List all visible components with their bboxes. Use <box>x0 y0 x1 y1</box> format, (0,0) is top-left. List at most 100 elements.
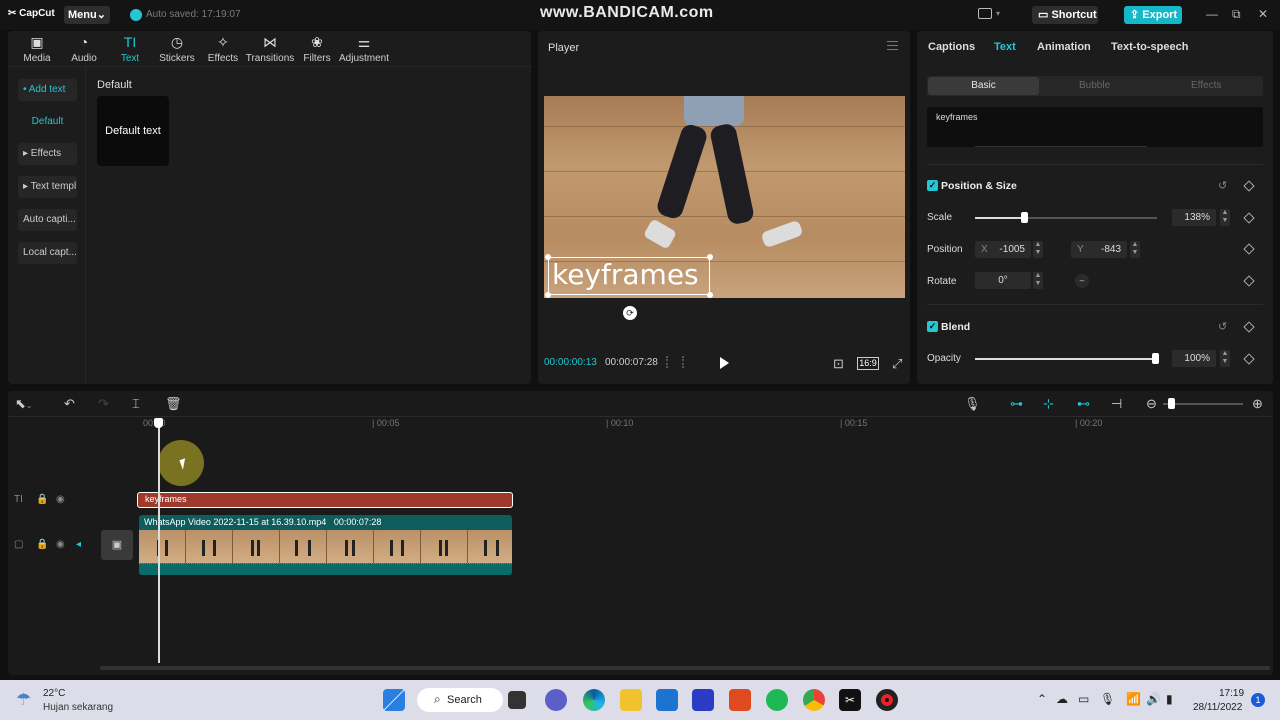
clock-date[interactable]: 28/11/2022 <box>1193 702 1242 713</box>
sidebar-item-effects[interactable]: ▸ Effects <box>18 143 77 165</box>
opacity-stepper[interactable]: ▲ ▼ <box>1220 350 1230 367</box>
tab-text-inspector[interactable]: Text <box>994 41 1016 53</box>
undo-icon[interactable]: ↶ <box>64 396 75 412</box>
scale-stepper[interactable]: ▲ ▼ <box>1220 209 1230 226</box>
teams-chat-icon[interactable] <box>545 689 567 711</box>
sidebar-item-auto-captions[interactable]: Auto capti... <box>18 209 77 231</box>
tab-media[interactable]: ▣ Media <box>14 34 60 64</box>
audio-mute-icon[interactable]: ◂ <box>76 539 81 550</box>
tab-animation[interactable]: Animation <box>1037 41 1091 53</box>
subtab-effects[interactable]: Effects <box>1191 80 1221 91</box>
position-y-stepper[interactable]: ▲ ▼ <box>1130 241 1140 258</box>
sidebar-item-local-captions[interactable]: Local capt... <box>18 242 77 264</box>
tab-stickers[interactable]: ◷ Stickers <box>154 34 200 64</box>
cloud-icon[interactable]: ☁ <box>1056 692 1068 706</box>
wifi-icon[interactable]: 📶 <box>1126 692 1141 706</box>
play-icon[interactable] <box>720 357 729 369</box>
close-icon[interactable]: ✕ <box>1258 7 1268 21</box>
shortcut-button[interactable]: ▭ Shortcut <box>1032 6 1098 24</box>
tab-captions[interactable]: Captions <box>928 41 975 53</box>
opacity-slider-thumb[interactable] <box>1152 353 1159 364</box>
notification-badge[interactable]: 1 <box>1251 693 1265 707</box>
microphone-icon[interactable]: 🎙 <box>964 396 981 412</box>
tab-effects[interactable]: ✧ Effects <box>200 34 246 64</box>
link-clips-icon[interactable]: ⊶ <box>1010 396 1023 412</box>
position-x-input[interactable]: X -1005 <box>975 241 1031 258</box>
mail-icon[interactable] <box>656 689 678 711</box>
preview-axis-icon[interactable]: ⊣ <box>1111 396 1122 412</box>
playhead-handle[interactable] <box>154 418 163 428</box>
display-icon[interactable]: ▭ <box>1078 692 1089 706</box>
tab-adjustment[interactable]: ⚌ Adjustment <box>338 34 390 64</box>
chevron-up-icon[interactable]: ⌃ <box>1037 692 1047 706</box>
video-clip[interactable]: WhatsApp Video 2022-11-15 at 16.39.10.mp… <box>139 515 512 575</box>
battery-icon[interactable]: ▮ <box>1166 692 1173 706</box>
grid-icon[interactable] <box>666 356 684 368</box>
microphone-tray-icon[interactable]: 🎙 <box>1100 692 1115 706</box>
fullscreen-icon[interactable]: ⤢ <box>892 356 902 372</box>
capcut-taskbar-icon[interactable]: ✂ <box>839 689 861 711</box>
scale-slider-thumb[interactable] <box>1021 212 1029 223</box>
eye-icon[interactable]: ◉ <box>56 539 65 550</box>
zoom-slider[interactable] <box>1163 403 1243 405</box>
resize-handle[interactable] <box>545 292 551 298</box>
rotate-handle-icon[interactable]: ⟳ <box>623 306 637 320</box>
bandicam-record-icon[interactable] <box>876 689 898 711</box>
delete-icon[interactable]: 🗑 <box>165 396 182 412</box>
tab-filters[interactable]: ❀ Filters <box>294 34 340 64</box>
linkage-icon[interactable]: ⊷ <box>1077 396 1090 412</box>
chrome-icon[interactable] <box>803 689 825 711</box>
chevron-down-icon[interactable]: ▾ <box>996 9 1000 18</box>
weather-description[interactable]: Hujan sekarang <box>43 702 113 713</box>
aspect-ratio-button[interactable]: 16:9 <box>857 357 879 370</box>
screenshot-icon[interactable]: ⊡ <box>833 356 844 372</box>
clock-time[interactable]: 17:19 <box>1219 688 1244 699</box>
text-clip[interactable]: keyframes <box>137 492 513 508</box>
tab-text[interactable]: TI Text <box>107 34 153 64</box>
position-size-checkbox[interactable]: ✓ <box>927 180 938 191</box>
tab-transitions[interactable]: ⋈ Transitions <box>245 34 295 64</box>
file-explorer-icon[interactable] <box>620 689 642 711</box>
layout-icon[interactable] <box>978 8 992 19</box>
position-y-input[interactable]: Y -843 <box>1071 241 1127 258</box>
office-icon[interactable] <box>729 689 751 711</box>
reset-icon[interactable]: ↺ <box>1218 320 1227 333</box>
sidebar-item-add-text[interactable]: • Add text <box>18 79 77 101</box>
split-icon[interactable]: ⌶ <box>132 396 140 412</box>
tab-audio[interactable]: ◔ Audio <box>61 34 107 64</box>
rotate-knob-icon[interactable]: – <box>1075 274 1089 288</box>
zoom-out-icon[interactable]: ⊖ <box>1146 396 1157 412</box>
position-x-stepper[interactable]: ▲ ▼ <box>1033 241 1043 258</box>
minimize-icon[interactable]: — <box>1206 7 1218 21</box>
opacity-value[interactable]: 100% <box>1172 350 1216 367</box>
resize-handle[interactable] <box>707 254 713 260</box>
edge-browser-icon[interactable] <box>583 689 605 711</box>
reset-icon[interactable]: ↺ <box>1218 179 1227 192</box>
subtab-basic[interactable]: Basic <box>928 77 1039 95</box>
pen-app-icon[interactable] <box>692 689 714 711</box>
zoom-slider-thumb[interactable] <box>1168 398 1175 409</box>
blend-checkbox[interactable]: ✓ <box>927 321 938 332</box>
subtab-bubble[interactable]: Bubble <box>1079 80 1110 91</box>
taskbar-search[interactable]: Search <box>417 688 503 712</box>
cover-button[interactable]: ▣ <box>101 530 133 560</box>
windows-start-icon[interactable] <box>383 689 405 711</box>
zoom-in-icon[interactable]: ⊕ <box>1252 396 1263 412</box>
volume-icon[interactable]: 🔊 <box>1146 692 1161 706</box>
menu-button[interactable]: Menu⌄ <box>64 6 110 24</box>
select-tool-icon[interactable]: ⬉⌄ <box>15 396 33 412</box>
overlay-text[interactable]: keyframes <box>552 258 699 291</box>
export-button[interactable]: ⇪ Export <box>1124 6 1182 24</box>
resize-handle[interactable] <box>545 254 551 260</box>
rotate-input[interactable]: 0° <box>975 272 1031 289</box>
lock-icon[interactable]: 🔒 <box>36 494 48 505</box>
sidebar-item-text-templates[interactable]: ▸ Text templ... <box>18 176 77 198</box>
playhead[interactable] <box>158 420 160 663</box>
eye-icon[interactable]: ◉ <box>56 494 65 505</box>
spotify-icon[interactable] <box>766 689 788 711</box>
resize-handle[interactable] <box>707 292 713 298</box>
default-text-card[interactable]: Default text <box>97 96 169 166</box>
scale-value[interactable]: 138% <box>1172 209 1216 226</box>
task-view-icon[interactable] <box>508 691 526 709</box>
rotate-stepper[interactable]: ▲ ▼ <box>1033 272 1043 289</box>
